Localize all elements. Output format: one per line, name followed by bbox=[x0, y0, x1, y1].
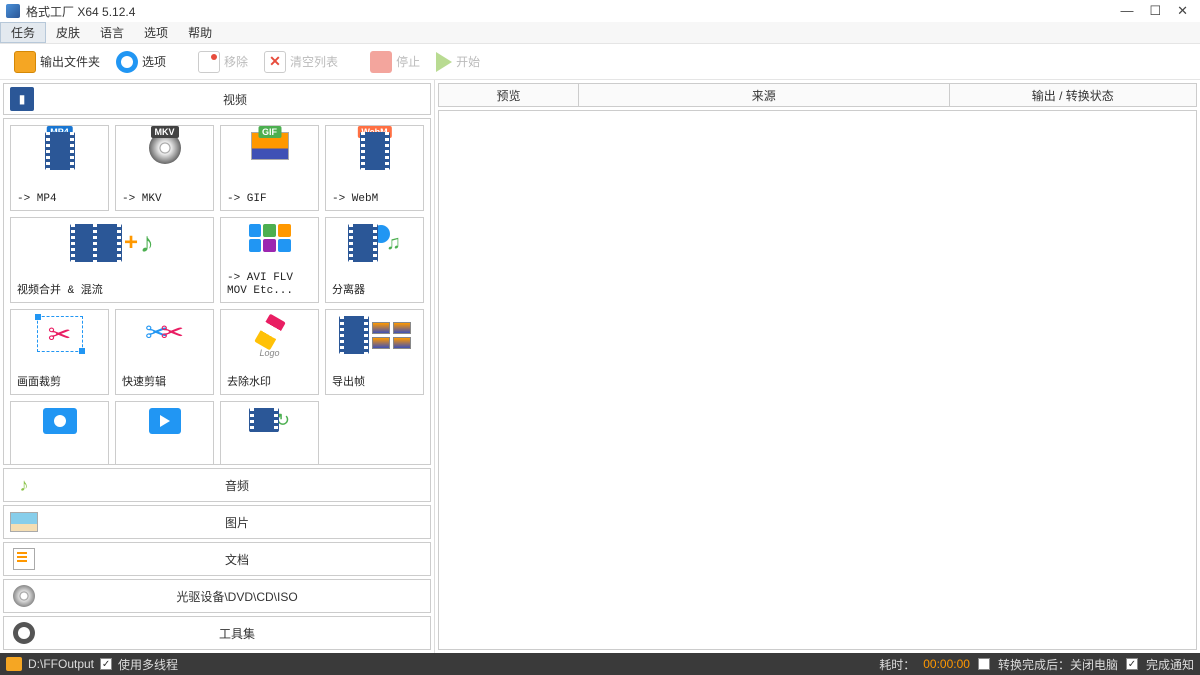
formats-grid-icon bbox=[249, 224, 291, 252]
shutdown-checkbox[interactable] bbox=[978, 658, 990, 670]
maximize-button[interactable]: ☐ bbox=[1149, 3, 1161, 19]
tile-export-frame[interactable]: 导出帧 bbox=[325, 309, 424, 395]
multithread-checkbox[interactable] bbox=[100, 658, 112, 670]
eraser-icon bbox=[254, 314, 286, 351]
start-button[interactable]: 开始 bbox=[430, 49, 486, 75]
tile-mkv[interactable]: MKV -> MKV bbox=[115, 125, 214, 211]
clear-list-button[interactable]: ✕ 清空列表 bbox=[258, 48, 344, 76]
tile-quick-trim[interactable]: ✂✂ 快速剪辑 bbox=[115, 309, 214, 395]
menu-option[interactable]: 选项 bbox=[134, 22, 178, 43]
output-folder-label: 输出文件夹 bbox=[40, 53, 100, 70]
elapsed-value: 00:00:00 bbox=[923, 657, 970, 671]
remove-button[interactable]: 移除 bbox=[192, 48, 254, 76]
film-icon bbox=[348, 224, 378, 262]
toolbox-icon bbox=[13, 622, 35, 644]
title-bar: 格式工厂 X64 5.12.4 — ☐ ✕ bbox=[0, 0, 1200, 22]
right-panel: 预览 来源 输出 / 转换状态 bbox=[435, 80, 1200, 653]
menu-bar: 任务 皮肤 语言 选项 帮助 bbox=[0, 22, 1200, 44]
folder-icon bbox=[14, 51, 36, 73]
category-video-header[interactable]: ▮ 视频 bbox=[3, 83, 431, 115]
clear-list-label: 清空列表 bbox=[290, 53, 338, 70]
close-button[interactable]: ✕ bbox=[1177, 3, 1188, 19]
tile-join-mux[interactable]: +♪ 视频合并 & 混流 bbox=[10, 217, 214, 303]
tile-convert[interactable]: ↻ bbox=[220, 401, 319, 465]
start-label: 开始 bbox=[456, 53, 480, 70]
crop-icon: ✂ bbox=[37, 316, 83, 352]
col-output-status[interactable]: 输出 / 转换状态 bbox=[950, 84, 1196, 106]
output-path[interactable]: D:\FFOutput bbox=[28, 657, 94, 671]
task-table-body[interactable] bbox=[438, 110, 1197, 650]
gear-icon bbox=[116, 51, 138, 73]
picture-icon bbox=[10, 512, 38, 532]
minimize-button[interactable]: — bbox=[1120, 3, 1133, 19]
tile-splitter[interactable]: ♫ 分离器 bbox=[325, 217, 424, 303]
tile-screen-record[interactable] bbox=[10, 401, 109, 465]
status-folder-icon[interactable] bbox=[6, 657, 22, 671]
remove-icon bbox=[198, 51, 220, 73]
category-picture[interactable]: 图片 bbox=[3, 505, 431, 539]
app-icon bbox=[6, 4, 20, 18]
audio-icon: ♪ bbox=[10, 473, 38, 497]
col-source[interactable]: 来源 bbox=[579, 84, 950, 106]
toolbar: 输出文件夹 选项 移除 ✕ 清空列表 停止 开始 bbox=[0, 44, 1200, 80]
category-audio[interactable]: ♪ 音频 bbox=[3, 468, 431, 502]
elapsed-label: 耗时： bbox=[879, 656, 915, 673]
film-icon bbox=[360, 132, 390, 170]
category-document[interactable]: 文档 bbox=[3, 542, 431, 576]
document-icon bbox=[13, 548, 35, 570]
film-icon bbox=[249, 408, 279, 432]
multithread-label: 使用多线程 bbox=[118, 656, 178, 673]
tile-gif[interactable]: GIF -> GIF bbox=[220, 125, 319, 211]
tile-avi-flv[interactable]: -> AVI FLV MOV Etc... bbox=[220, 217, 319, 303]
col-preview[interactable]: 预览 bbox=[439, 84, 579, 106]
video-icon: ▮ bbox=[10, 87, 34, 111]
stop-label: 停止 bbox=[396, 53, 420, 70]
menu-skin[interactable]: 皮肤 bbox=[46, 22, 90, 43]
menu-task[interactable]: 任务 bbox=[0, 22, 46, 43]
tile-webm[interactable]: WebM -> WebM bbox=[325, 125, 424, 211]
remove-label: 移除 bbox=[224, 53, 248, 70]
play-icon bbox=[436, 52, 452, 72]
thumbnails-icon bbox=[372, 322, 411, 349]
tile-crop[interactable]: ✂ 画面裁剪 bbox=[10, 309, 109, 395]
shutdown-label: 转换完成后：关闭电脑 bbox=[998, 656, 1118, 673]
tile-remove-watermark[interactable]: Logo 去除水印 bbox=[220, 309, 319, 395]
stop-button[interactable]: 停止 bbox=[364, 48, 426, 76]
video-tiles-scroll[interactable]: MP4 -> MP4 MKV -> MKV GIF -> GIF WebM ->… bbox=[3, 118, 431, 465]
notify-label: 完成通知 bbox=[1146, 656, 1194, 673]
option-label: 选项 bbox=[142, 53, 166, 70]
window-title: 格式工厂 X64 5.12.4 bbox=[26, 3, 1120, 20]
option-button[interactable]: 选项 bbox=[110, 48, 172, 76]
tile-mp4[interactable]: MP4 -> MP4 bbox=[10, 125, 109, 211]
camera-icon bbox=[43, 408, 77, 434]
status-bar: D:\FFOutput 使用多线程 耗时： 00:00:00 转换完成后：关闭电… bbox=[0, 653, 1200, 675]
notify-checkbox[interactable] bbox=[1126, 658, 1138, 670]
category-rom[interactable]: 光驱设备\DVD\CD\ISO bbox=[3, 579, 431, 613]
film-icon bbox=[92, 224, 122, 262]
menu-language[interactable]: 语言 bbox=[90, 22, 134, 43]
task-table-header: 预览 来源 输出 / 转换状态 bbox=[438, 83, 1197, 107]
menu-help[interactable]: 帮助 bbox=[178, 22, 222, 43]
tile-player[interactable] bbox=[115, 401, 214, 465]
output-folder-button[interactable]: 输出文件夹 bbox=[8, 48, 106, 76]
play-square-icon bbox=[149, 408, 181, 434]
disc-icon bbox=[13, 585, 35, 607]
category-toolbox[interactable]: 工具集 bbox=[3, 616, 431, 650]
film-icon bbox=[339, 316, 369, 354]
clear-icon: ✕ bbox=[264, 51, 286, 73]
film-icon bbox=[45, 132, 75, 170]
left-panel: ▮ 视频 MP4 -> MP4 MKV -> MKV GIF -> GIF bbox=[0, 80, 435, 653]
stop-icon bbox=[370, 51, 392, 73]
category-video-label: 视频 bbox=[40, 91, 430, 108]
